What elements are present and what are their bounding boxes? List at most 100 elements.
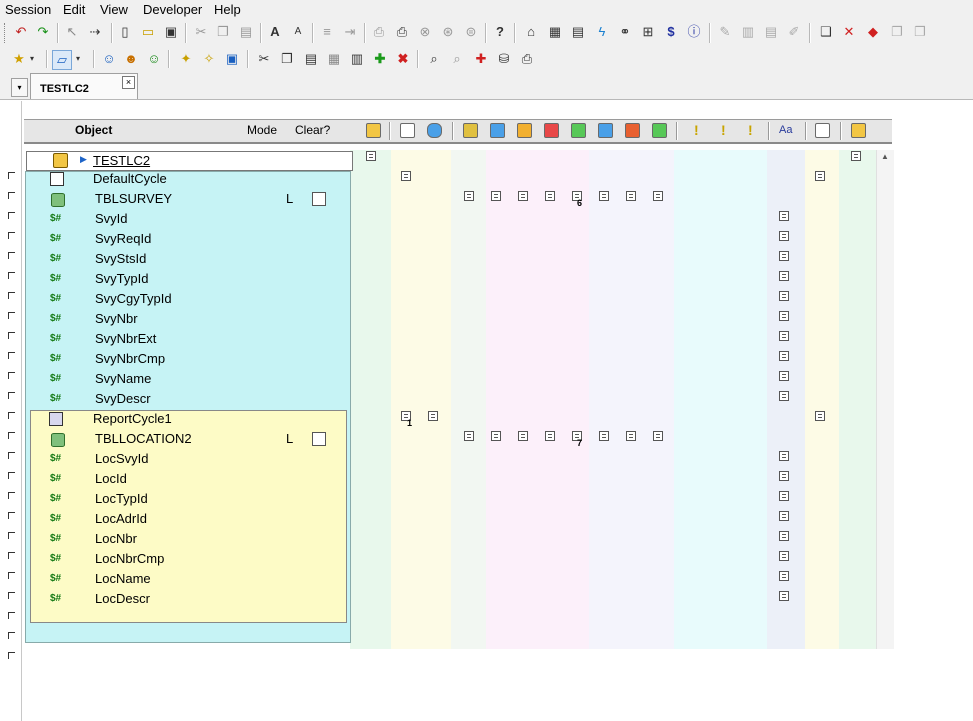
attribute-marker-icon[interactable] bbox=[599, 191, 609, 201]
session-icon[interactable]: ⌂ bbox=[522, 23, 540, 41]
toolbar-grip[interactable] bbox=[4, 23, 8, 43]
exclamation-icon[interactable]: ! bbox=[694, 122, 699, 138]
tree-row[interactable]: $# SvyDescr bbox=[4, 390, 344, 408]
tree-row[interactable]: $# LocName bbox=[4, 570, 344, 588]
menu-help[interactable]: Help bbox=[214, 1, 241, 18]
wand-icon[interactable]: ✦ bbox=[177, 50, 195, 68]
save-icon[interactable]: ▣ bbox=[162, 23, 180, 41]
attribute-marker-icon[interactable] bbox=[545, 191, 555, 201]
tree-row[interactable]: $# SvyReqId bbox=[4, 230, 344, 248]
attribute-marker-icon[interactable] bbox=[779, 471, 789, 481]
copy-icon[interactable]: ❐ bbox=[278, 50, 296, 68]
attribute-marker-icon[interactable] bbox=[599, 431, 609, 441]
column-icon-green[interactable] bbox=[571, 123, 586, 138]
menu-view[interactable]: View bbox=[100, 1, 128, 18]
tree-row[interactable]: $# SvyStsId bbox=[4, 250, 344, 268]
paste-icon[interactable]: ▤ bbox=[237, 23, 255, 41]
vertical-scrollbar[interactable]: ▲ bbox=[876, 150, 894, 649]
table-column-icon[interactable] bbox=[427, 123, 442, 138]
redo-icon[interactable]: ↷ bbox=[34, 23, 52, 41]
exclamation-icon-2[interactable]: ! bbox=[721, 122, 726, 138]
tree-row[interactable]: $# SvyName bbox=[4, 370, 344, 388]
attribute-marker-icon[interactable] bbox=[464, 191, 474, 201]
cut-icon[interactable]: ✂ bbox=[255, 50, 273, 68]
tree-row[interactable]: $# LocNbrCmp bbox=[4, 550, 344, 568]
attribute-marker-icon[interactable] bbox=[779, 571, 789, 581]
tree-row[interactable]: $# SvyNbrExt bbox=[4, 330, 344, 348]
font-larger-icon[interactable]: A bbox=[266, 23, 284, 41]
new-icon[interactable]: ▯ bbox=[116, 23, 134, 41]
document-icon[interactable]: ▤ bbox=[569, 23, 587, 41]
disabled-table-icon[interactable]: ▥ bbox=[739, 23, 757, 41]
search-icon[interactable]: ⌕ bbox=[448, 50, 466, 68]
user-group-icon[interactable]: ☻ bbox=[122, 50, 140, 68]
users-icon[interactable]: ☺ bbox=[100, 50, 118, 68]
open-icon[interactable]: ▭ bbox=[139, 23, 157, 41]
dollar-icon[interactable]: $ bbox=[662, 23, 680, 41]
header-clear[interactable]: Clear? bbox=[295, 123, 330, 137]
disabled-list-icon[interactable]: ▤ bbox=[762, 23, 780, 41]
window-icon[interactable]: ▣ bbox=[223, 50, 241, 68]
menu-developer[interactable]: Developer bbox=[143, 1, 202, 18]
column-icon-blue[interactable] bbox=[490, 123, 505, 138]
disabled-tool-icon-4[interactable]: ✐ bbox=[785, 23, 803, 41]
attribute-marker-icon[interactable] bbox=[779, 271, 789, 281]
chevron-down-icon[interactable]: ▾ bbox=[73, 50, 83, 68]
star-icon[interactable]: ★ bbox=[10, 50, 28, 68]
add-icon[interactable]: ✚ bbox=[371, 50, 389, 68]
column-icon-yellow[interactable] bbox=[463, 123, 478, 138]
exclamation-icon-3[interactable]: ! bbox=[748, 122, 753, 138]
attribute-marker-icon[interactable] bbox=[779, 331, 789, 341]
list-icon[interactable]: ≡ bbox=[318, 23, 336, 41]
attribute-marker-icon[interactable] bbox=[401, 171, 411, 181]
attribute-marker-icon[interactable] bbox=[366, 151, 376, 161]
pages-icon[interactable]: ▥ bbox=[348, 50, 366, 68]
select-icon[interactable]: ↖ bbox=[63, 23, 81, 41]
attribute-marker-icon[interactable] bbox=[626, 431, 636, 441]
attribute-marker-icon[interactable] bbox=[779, 391, 789, 401]
row-select-checkbox[interactable] bbox=[8, 652, 15, 659]
header-mode[interactable]: Mode bbox=[247, 123, 277, 137]
attribute-marker-icon[interactable] bbox=[518, 191, 528, 201]
bookmark-icon[interactable]: ◆ bbox=[864, 23, 882, 41]
info-icon[interactable]: ⓘ bbox=[685, 23, 703, 41]
tree-row[interactable]: $# SvyNbrCmp bbox=[4, 350, 344, 368]
attribute-marker-icon[interactable] bbox=[464, 431, 474, 441]
column-icon-red-2[interactable] bbox=[625, 123, 640, 138]
tree-row[interactable]: DefaultCycle bbox=[4, 170, 344, 188]
close-icon[interactable]: × bbox=[122, 76, 135, 89]
expand-arrow-icon[interactable]: ▶ bbox=[80, 154, 87, 165]
attribute-marker-icon[interactable] bbox=[779, 231, 789, 241]
attribute-marker-icon[interactable] bbox=[779, 251, 789, 261]
tree-row[interactable]: $# LocNbr bbox=[4, 530, 344, 548]
column-icon-blue-2[interactable] bbox=[598, 123, 613, 138]
menu-edit[interactable]: Edit bbox=[63, 1, 85, 18]
indent-icon[interactable]: ⇥ bbox=[341, 23, 359, 41]
tree-row[interactable]: $# SvyId bbox=[4, 210, 344, 228]
attribute-marker-icon[interactable] bbox=[815, 171, 825, 181]
attribute-marker-icon[interactable] bbox=[491, 191, 501, 201]
attribute-marker-icon[interactable] bbox=[779, 371, 789, 381]
row-select-checkbox[interactable] bbox=[8, 612, 15, 619]
scissors-icon[interactable]: ✂ bbox=[192, 23, 210, 41]
header-object[interactable]: Object bbox=[75, 123, 112, 137]
tree-row[interactable]: $# LocDescr bbox=[4, 590, 344, 608]
session-column-icon-2[interactable] bbox=[851, 123, 866, 138]
print-preview-icon[interactable]: ⎙ bbox=[370, 23, 388, 41]
copy-column-icon[interactable] bbox=[815, 123, 830, 138]
attribute-marker-icon[interactable] bbox=[815, 411, 825, 421]
attribute-marker-icon[interactable] bbox=[779, 531, 789, 541]
disabled-tool-icon[interactable]: ⊗ bbox=[416, 23, 434, 41]
link-icon[interactable]: ⚭ bbox=[616, 23, 634, 41]
disabled-tool-icon-2[interactable]: ⊛ bbox=[439, 23, 457, 41]
column-icon-red[interactable] bbox=[544, 123, 559, 138]
attribute-marker-icon[interactable] bbox=[779, 491, 789, 501]
cylinder-icon[interactable]: ⛁ bbox=[495, 50, 513, 68]
print-icon[interactable]: ⎙ bbox=[393, 23, 411, 41]
tree-row[interactable]: $# LocSvyId bbox=[4, 450, 344, 468]
font-smaller-icon[interactable]: A bbox=[289, 23, 307, 41]
tab-list-dropdown[interactable]: ▾ bbox=[11, 78, 28, 97]
user-check-icon[interactable]: ☺ bbox=[145, 50, 163, 68]
delete-icon[interactable]: ✖ bbox=[394, 50, 412, 68]
scroll-up-icon[interactable]: ▲ bbox=[881, 152, 889, 161]
